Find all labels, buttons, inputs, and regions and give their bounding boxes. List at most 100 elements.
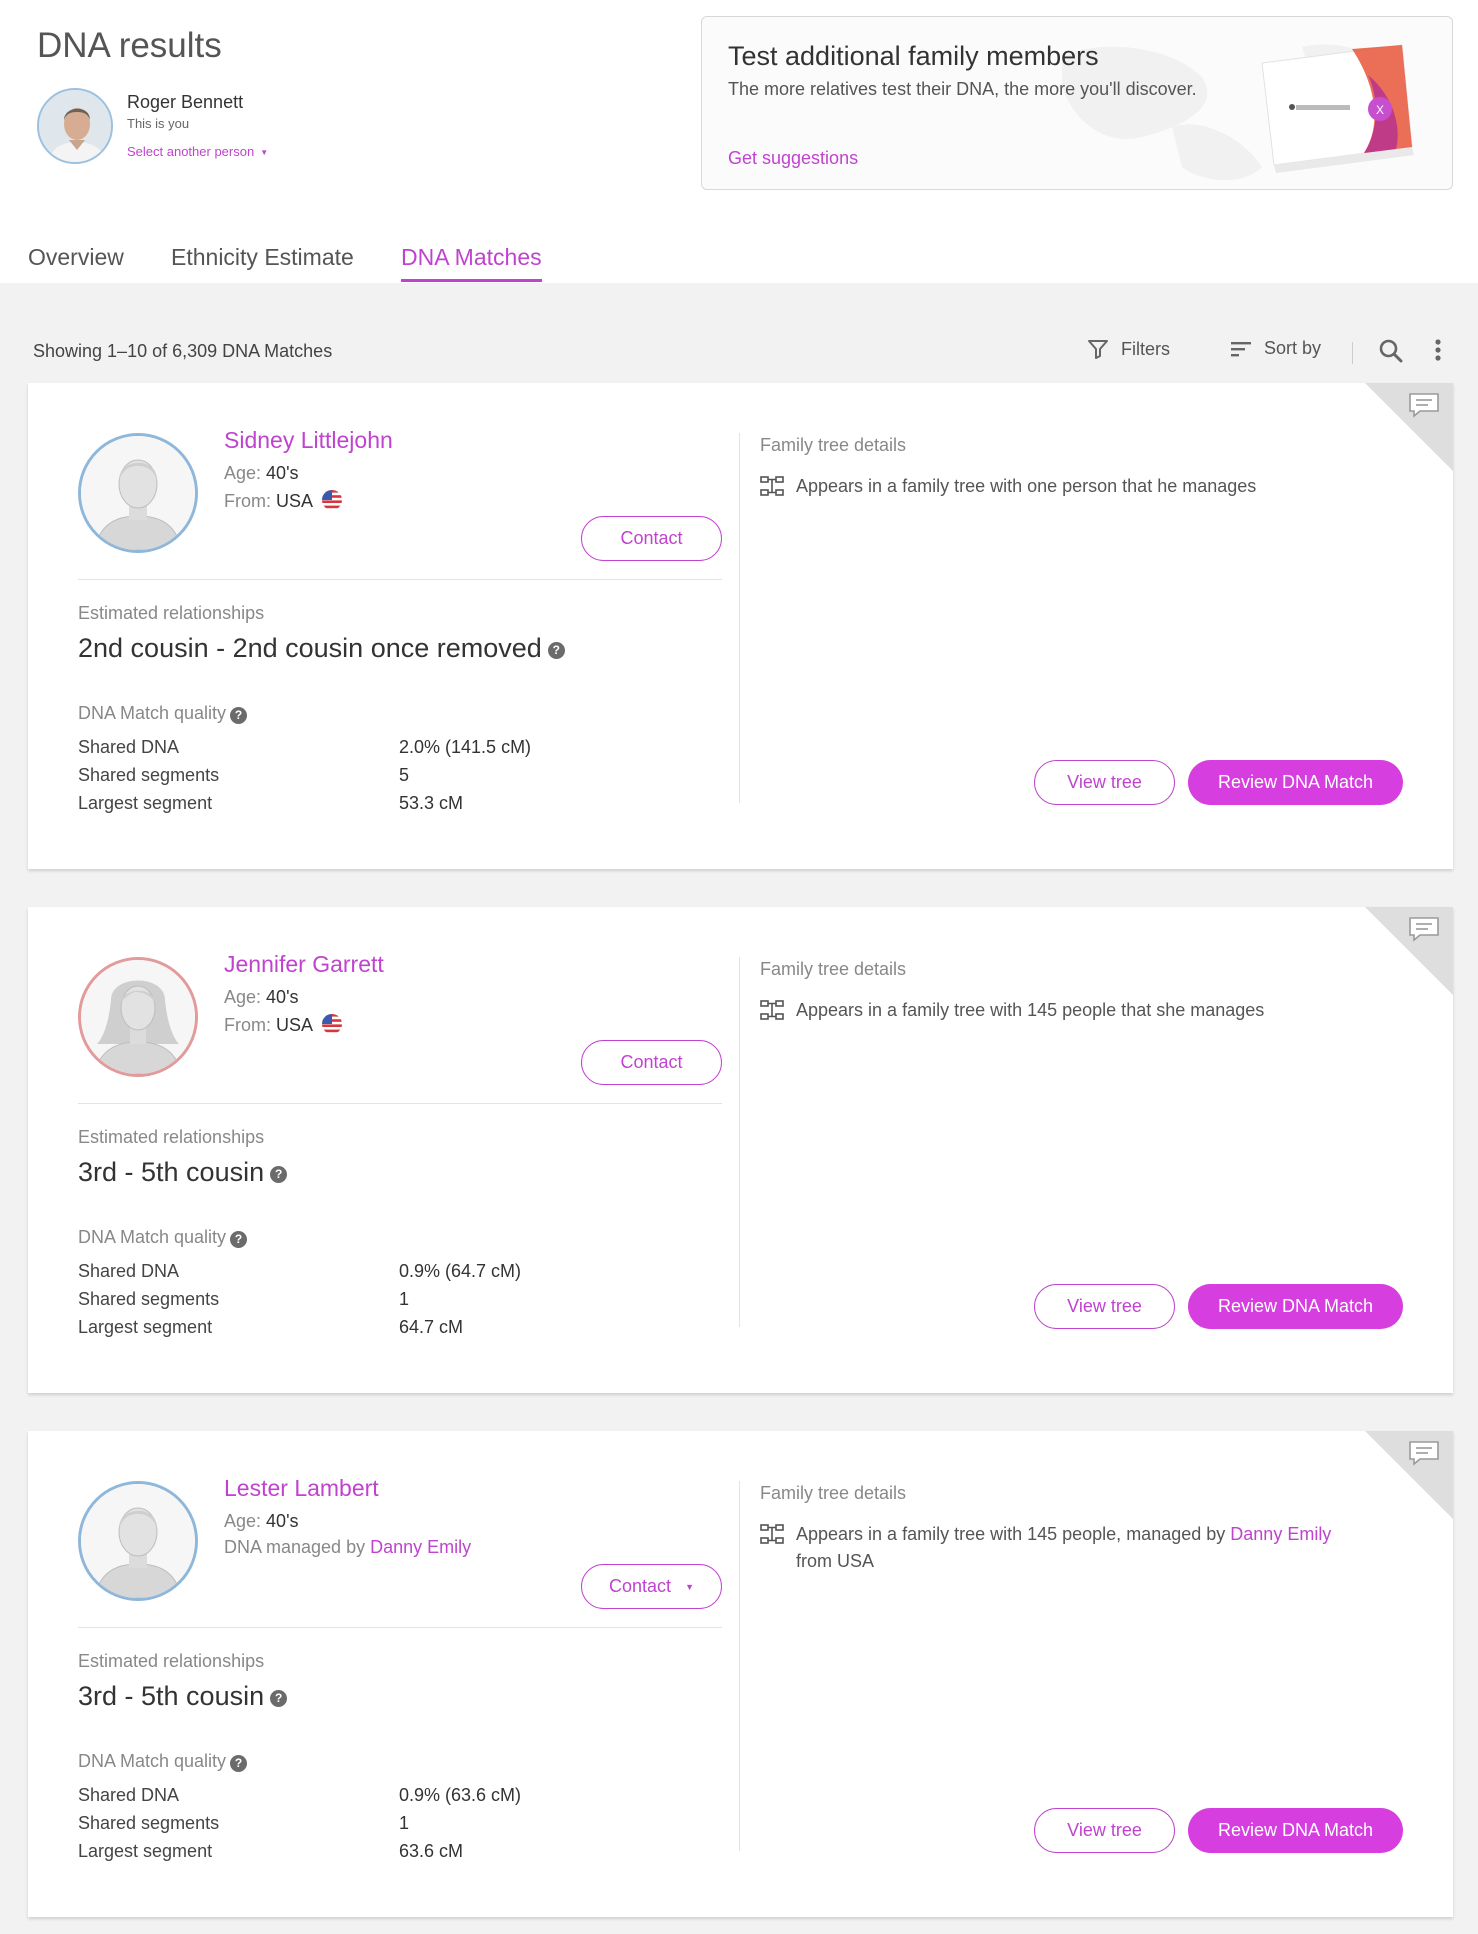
sort-label: Sort by xyxy=(1264,338,1322,358)
contact-button[interactable]: Contact xyxy=(581,516,722,561)
largest-segment-label: Largest segment xyxy=(78,793,213,813)
search-icon xyxy=(1379,339,1403,363)
tab-overview[interactable]: Overview xyxy=(28,244,124,279)
match-card: Jennifer Garrett Age: 40's From: USA Con… xyxy=(28,907,1453,1393)
estimated-relationship: 3rd - 5th cousin? xyxy=(78,1681,288,1712)
tab-dna-matches[interactable]: DNA Matches xyxy=(401,244,542,282)
match-name[interactable]: Jennifer Garrett xyxy=(224,951,384,978)
tree-manager-link[interactable]: Danny Emily xyxy=(1230,1524,1331,1544)
family-tree-text: Appears in a family tree with one person… xyxy=(796,476,1257,496)
results-count: Showing 1–10 of 6,309 DNA Matches xyxy=(33,341,333,361)
more-options-button[interactable] xyxy=(1434,338,1454,362)
card-divider xyxy=(78,1103,722,1104)
contact-dropdown-button[interactable]: Contact ▼ xyxy=(581,1564,722,1609)
match-card: Sidney Littlejohn Age: 40's From: USA Co… xyxy=(28,383,1453,869)
family-tree-text: Appears in a family tree with 145 people… xyxy=(796,1521,1396,1575)
help-icon[interactable]: ? xyxy=(270,1690,288,1707)
match-name[interactable]: Lester Lambert xyxy=(224,1475,379,1502)
family-tree-label: Family tree details xyxy=(760,1483,907,1503)
female-silhouette-icon xyxy=(81,960,195,1074)
family-tree-icon xyxy=(760,1000,784,1020)
estimated-relationships-label: Estimated relationships xyxy=(78,1651,265,1671)
match-card: Lester Lambert Age: 40's DNA managed by … xyxy=(28,1431,1453,1917)
review-dna-match-button[interactable]: Review DNA Match xyxy=(1188,1284,1403,1329)
sort-icon xyxy=(1231,341,1251,356)
relationship-value: 3rd - 5th cousin xyxy=(78,1681,265,1711)
card-vertical-divider xyxy=(739,433,740,803)
sort-button[interactable]: Sort by xyxy=(1230,338,1321,359)
family-tree-icon xyxy=(760,1524,784,1544)
shared-dna-label: Shared DNA xyxy=(78,1785,180,1805)
male-silhouette-icon xyxy=(81,436,195,550)
promo-title: Test additional family members xyxy=(728,41,1099,71)
match-quality-label: DNA Match quality? xyxy=(78,703,248,724)
shared-dna-value: 2.0% (141.5 cM) xyxy=(399,737,532,757)
estimated-relationships-label: Estimated relationships xyxy=(78,603,265,623)
match-age: Age: 40's xyxy=(224,987,299,1008)
match-quality-label: DNA Match quality? xyxy=(78,1227,248,1248)
age-label: Age: xyxy=(224,1511,262,1531)
help-icon[interactable]: ? xyxy=(230,1231,248,1248)
age-value: 40's xyxy=(266,1511,299,1531)
shared-dna-label: Shared DNA xyxy=(78,737,180,757)
review-dna-match-button[interactable]: Review DNA Match xyxy=(1188,1808,1403,1853)
manager-link[interactable]: Danny Emily xyxy=(370,1537,471,1557)
tree-text-pre: Appears in a family tree with 145 people… xyxy=(796,1524,1226,1544)
largest-segment-value: 63.6 cM xyxy=(399,1841,464,1861)
shared-segments-value: 1 xyxy=(399,1813,410,1833)
search-button[interactable] xyxy=(1378,338,1416,364)
message-icon[interactable] xyxy=(1408,392,1440,418)
managed-by-label: DNA managed by xyxy=(224,1537,366,1557)
help-icon[interactable]: ? xyxy=(230,1755,248,1772)
view-tree-button[interactable]: View tree xyxy=(1034,760,1175,805)
family-tree-row: Appears in a family tree with one person… xyxy=(760,473,1256,500)
match-age: Age: 40's xyxy=(224,1511,299,1532)
page-title: DNA results xyxy=(37,26,222,65)
shared-segments-label: Shared segments xyxy=(78,765,220,785)
filters-label: Filters xyxy=(1121,338,1170,359)
view-tree-button[interactable]: View tree xyxy=(1034,1284,1175,1329)
shared-segments-label: Shared segments xyxy=(78,1289,220,1309)
toolbar-separator xyxy=(1352,342,1353,364)
promo-card: Test additional family members The more … xyxy=(701,16,1453,190)
family-tree-row: Appears in a family tree with 145 people… xyxy=(760,997,1264,1024)
view-tree-button[interactable]: View tree xyxy=(1034,1808,1175,1853)
card-divider xyxy=(78,579,722,580)
match-managed-by: DNA managed by Danny Emily xyxy=(224,1537,471,1558)
caret-down-icon: ▼ xyxy=(685,1582,694,1593)
match-quality-text: DNA Match quality xyxy=(78,703,227,723)
page-header: DNA results Roger Bennett This is you Se… xyxy=(0,0,1478,283)
card-vertical-divider xyxy=(739,957,740,1327)
user-avatar[interactable] xyxy=(37,88,113,164)
review-dna-match-button[interactable]: Review DNA Match xyxy=(1188,760,1403,805)
shared-segments-label: Shared segments xyxy=(78,1813,220,1833)
promo-description: The more relatives test their DNA, the m… xyxy=(728,79,1197,99)
match-avatar[interactable] xyxy=(78,957,198,1077)
help-icon[interactable]: ? xyxy=(547,642,565,659)
contact-button[interactable]: Contact xyxy=(581,1040,722,1085)
family-tree-text: Appears in a family tree with 145 people… xyxy=(796,1000,1265,1020)
us-flag-icon xyxy=(322,490,343,510)
match-avatar[interactable] xyxy=(78,433,198,553)
message-icon[interactable] xyxy=(1408,1440,1440,1466)
family-tree-row: Appears in a family tree with 145 people… xyxy=(760,1521,1396,1575)
help-icon[interactable]: ? xyxy=(270,1166,288,1183)
get-suggestions-link[interactable]: Get suggestions xyxy=(728,148,858,169)
contact-label: Contact xyxy=(609,1576,672,1596)
dna-kit-box-image: X xyxy=(1261,44,1414,173)
shared-segments-value: 1 xyxy=(399,1289,410,1309)
tab-ethnicity-estimate[interactable]: Ethnicity Estimate xyxy=(171,244,354,279)
from-label: From: xyxy=(224,1015,271,1035)
match-origin: From: USA xyxy=(224,1013,343,1036)
largest-segment-label: Largest segment xyxy=(78,1841,213,1861)
user-name: Roger Bennett xyxy=(127,92,244,112)
select-another-person-link[interactable]: Select another person ▼ xyxy=(127,144,268,159)
age-label: Age: xyxy=(224,463,262,483)
help-icon[interactable]: ? xyxy=(230,707,248,724)
match-name[interactable]: Sidney Littlejohn xyxy=(224,427,393,454)
caret-down-icon: ▼ xyxy=(260,148,269,158)
message-icon[interactable] xyxy=(1408,916,1440,942)
match-avatar[interactable] xyxy=(78,1481,198,1601)
shared-dna-value: 0.9% (63.6 cM) xyxy=(399,1785,522,1805)
filters-button[interactable]: Filters xyxy=(1087,338,1170,360)
